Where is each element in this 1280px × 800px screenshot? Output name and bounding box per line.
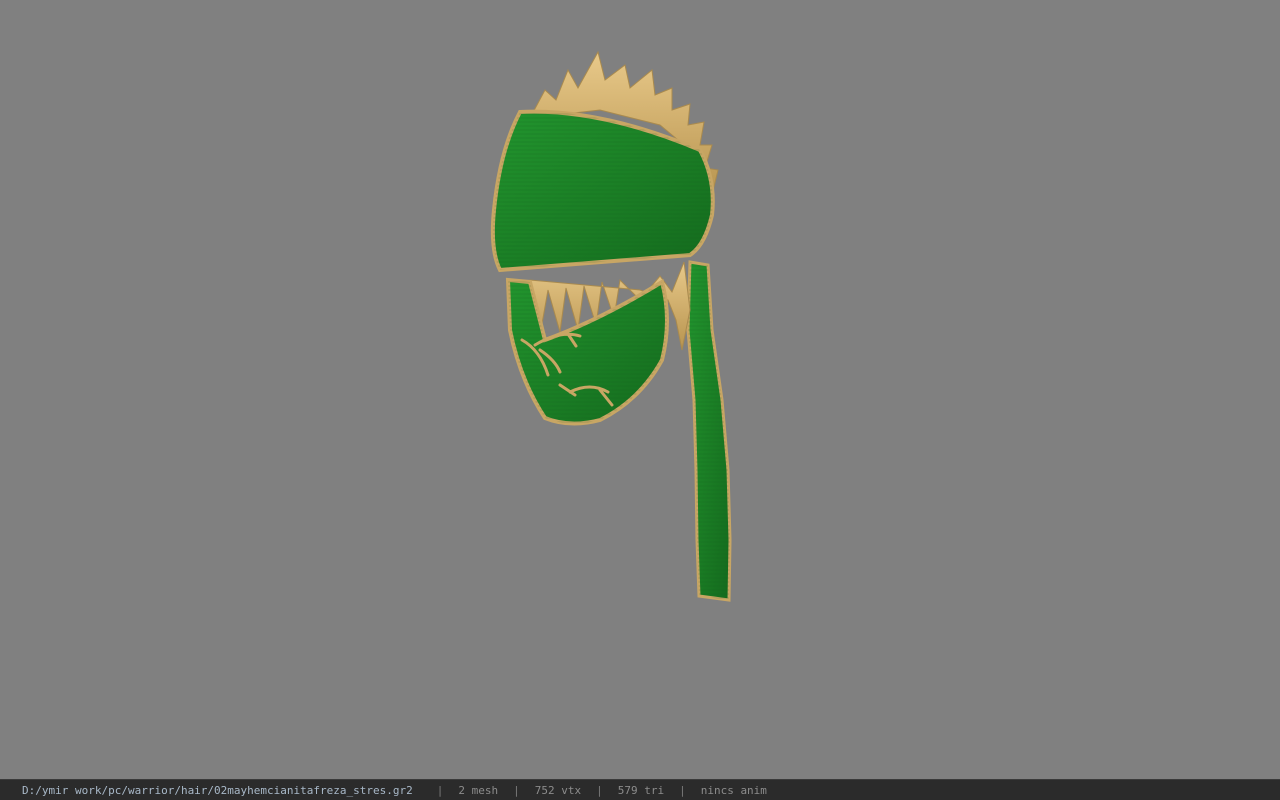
separator: | [436,783,444,797]
triangle-count-label: 579 tri [617,783,665,797]
separator: | [513,783,520,797]
file-path-label: D:/ymir work/pc/warrior/hair/02mayhemcia… [22,783,413,797]
separator: | [596,783,603,797]
helmet-model [490,50,732,602]
separator: | [679,783,686,797]
animation-status-label: nincs anim [700,783,767,797]
status-bar: D:/ymir work/pc/warrior/hair/02mayhemcia… [0,779,1280,800]
model-viewer-window: D:/ymir work/pc/warrior/hair/02mayhemcia… [0,0,1280,800]
vertex-count-label: 752 vtx [534,783,582,797]
3d-viewport[interactable] [0,0,1280,779]
mesh-count-label: 2 mesh [458,783,499,797]
